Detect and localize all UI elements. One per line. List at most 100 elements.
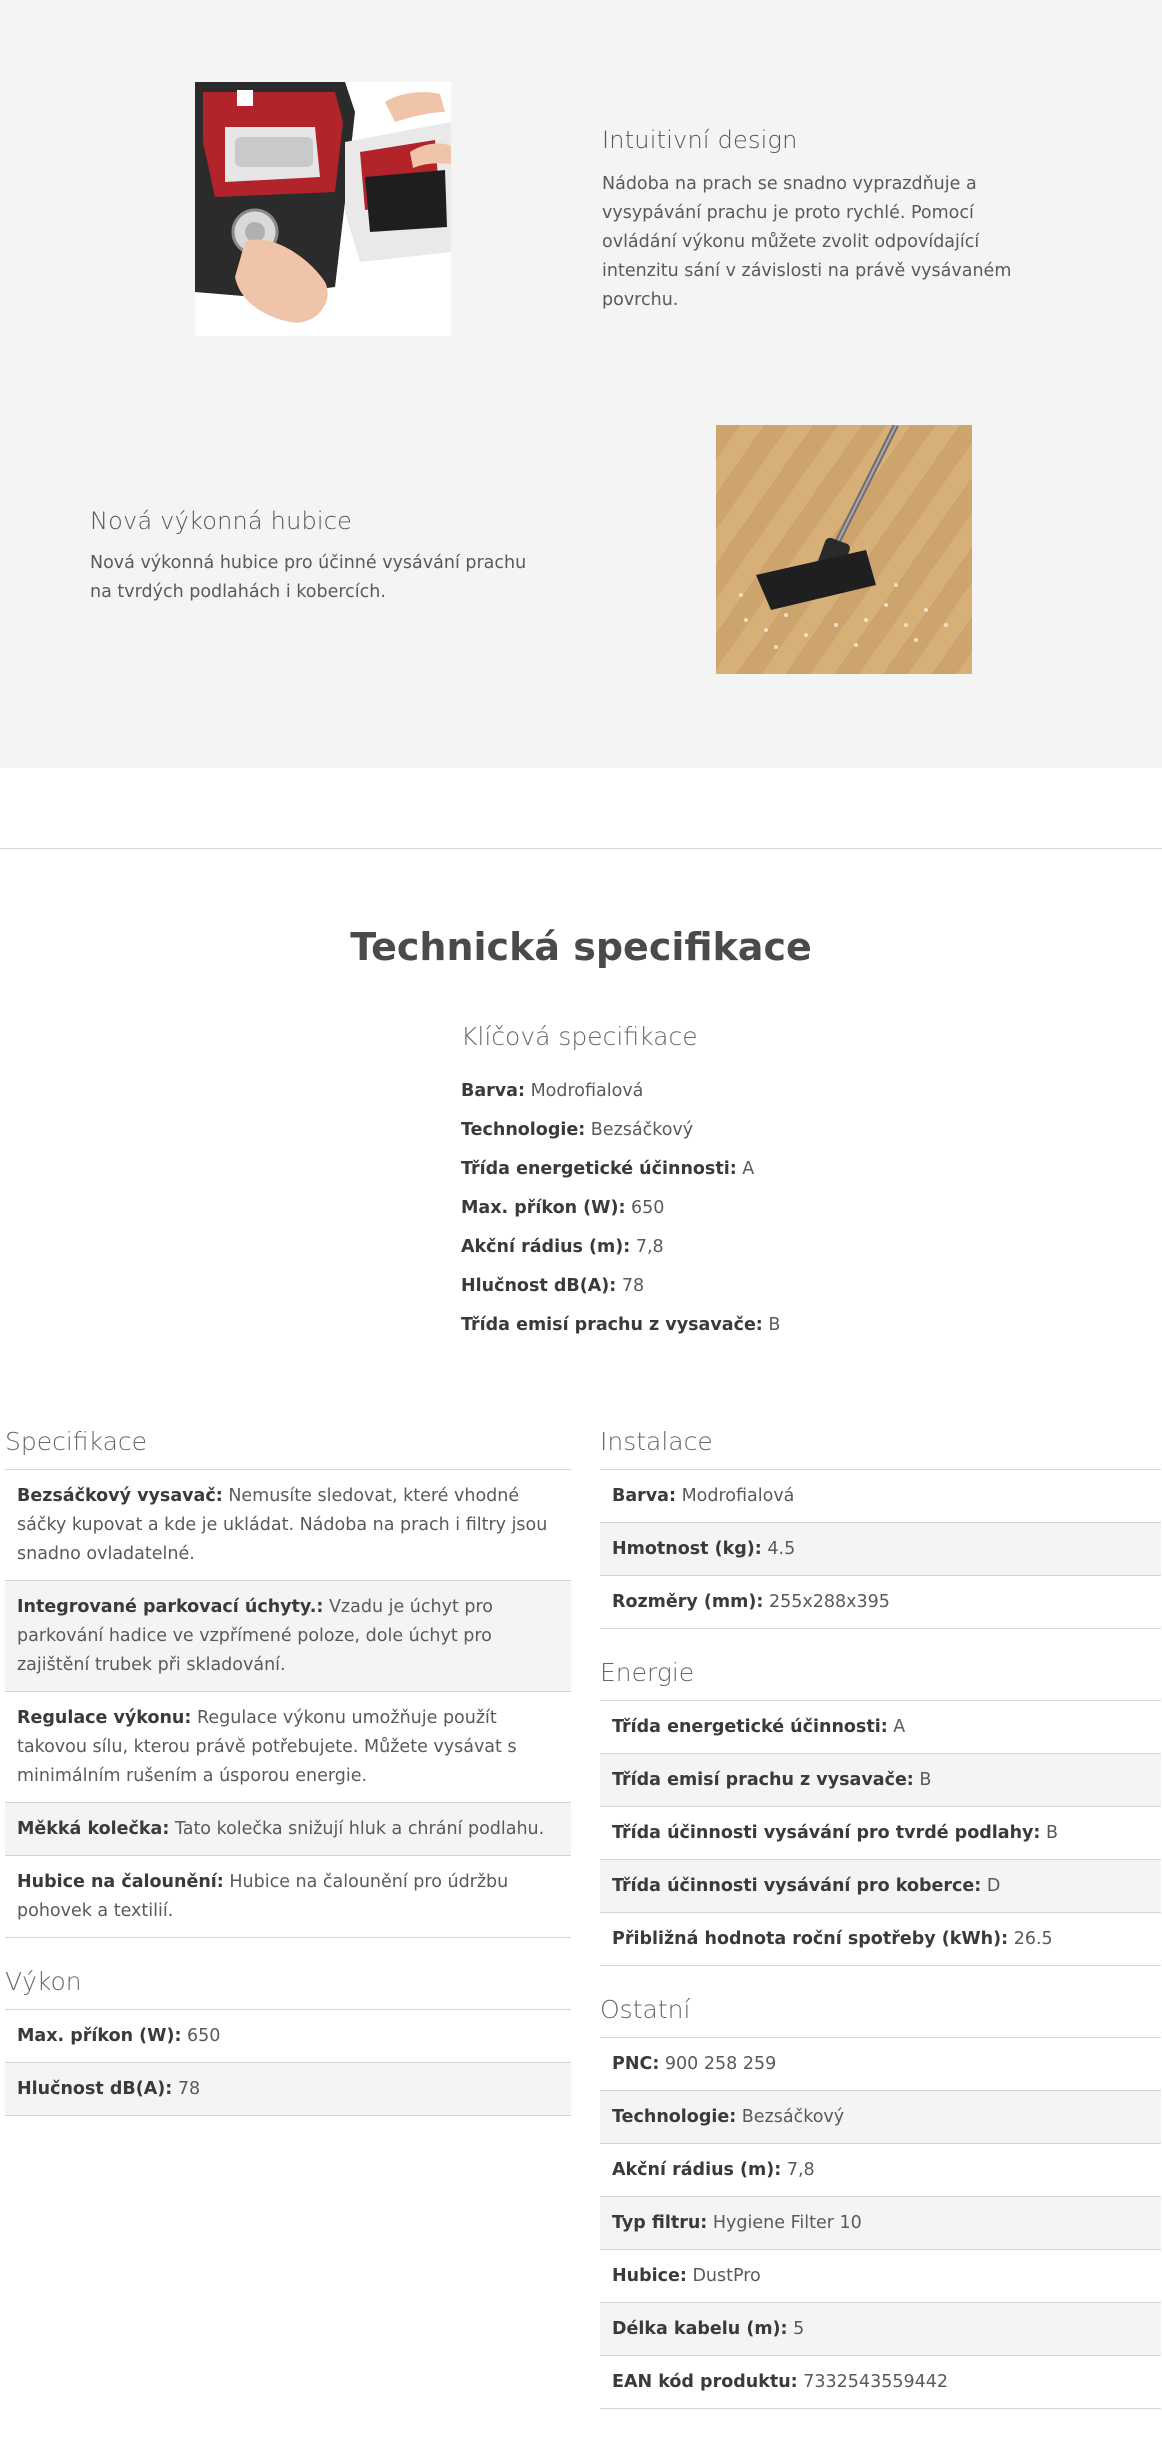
key-spec-row: Technologie: Bezsáčkový <box>461 1115 780 1154</box>
key-spec-title: Klíčová specifikace <box>461 1022 698 1051</box>
spec-table: Třída energetické účinnosti: A Třída emis… <box>600 1700 1161 1966</box>
feature-description: Nádoba na prach se snadno vyprazdňuje a … <box>602 174 1012 310</box>
spec-row: Třída účinnosti vysávání pro koberce: D <box>600 1860 1161 1913</box>
spec-value: B <box>768 1315 781 1335</box>
spec-table: PNC: 900 258 259 Technologie: Bezsáčkový A… <box>600 2037 1161 2409</box>
spec-value: 650 <box>187 2026 221 2046</box>
spec-label: PNC: <box>612 2054 660 2074</box>
key-spec-row: Třída emisí prachu z vysavače: B <box>461 1310 780 1349</box>
spec-column-right: Instalace Barva: Modrofialová Hmotnost (kg… <box>600 1422 1161 2409</box>
spec-row: Hmotnost (kg): 4.5 <box>600 1523 1161 1576</box>
spec-label: Měkká kolečka: <box>17 1819 170 1839</box>
spec-table: Max. příkon (W): 650 Hlučnost dB(A): 78 <box>5 2009 571 2116</box>
spec-table: Bezsáčkový vysavač: Nemusíte sledovat, k… <box>5 1469 571 1938</box>
spec-row: Třída energetické účinnosti: A <box>600 1701 1161 1754</box>
spec-row: Barva: Modrofialová <box>600 1470 1161 1523</box>
spec-value: D <box>986 1876 1001 1896</box>
spec-label: Akční rádius (m): <box>612 2160 782 2180</box>
spec-label: Integrované parkovací úchyty.: <box>17 1597 324 1617</box>
spec-value: Modrofialová <box>530 1081 644 1101</box>
spec-value: 900 258 259 <box>664 2054 777 2074</box>
spec-label: Třída účinnosti vysávání pro koberce: <box>612 1876 982 1896</box>
spec-value: Modrofialová <box>681 1486 795 1506</box>
key-spec-row: Akční rádius (m): 7,8 <box>461 1232 780 1271</box>
spec-label: Bezsáčkový vysavač: <box>17 1486 223 1506</box>
spec-label: Akční rádius (m): <box>461 1237 631 1257</box>
spec-label: Barva: <box>461 1081 525 1101</box>
spec-label: Třída emisí prachu z vysavače: <box>612 1770 914 1790</box>
spec-value: Bezsáčkový <box>590 1120 694 1140</box>
spec-value: 5 <box>793 2319 805 2339</box>
spec-value: B <box>1046 1823 1059 1843</box>
key-spec-row: Barva: Modrofialová <box>461 1076 780 1115</box>
spec-row: Hubice: DustPro <box>600 2250 1161 2303</box>
vacuum-hands-image <box>195 82 451 336</box>
key-spec-row: Hlučnost dB(A): 78 <box>461 1271 780 1310</box>
spec-value: 4.5 <box>767 1539 796 1559</box>
spec-value: 650 <box>631 1198 665 1218</box>
spec-label: Hubice na čalounění: <box>17 1872 224 1892</box>
spec-row: Měkká kolečka: Tato kolečka snižují hluk… <box>5 1803 571 1856</box>
spec-row: Třída emisí prachu z vysavače: B <box>600 1754 1161 1807</box>
spec-label: Hlučnost dB(A): <box>461 1276 617 1296</box>
spec-row: Třída účinnosti vysávání pro tvrdé podla… <box>600 1807 1161 1860</box>
key-spec-list: Barva: Modrofialová Technologie: Bezsáčko… <box>461 1076 780 1349</box>
tech-spec-heading: Technická specifikace <box>350 925 812 969</box>
spec-row: Přibližná hodnota roční spotřeby (kWh): … <box>600 1913 1161 1966</box>
spec-row: Délka kabelu (m): 5 <box>600 2303 1161 2356</box>
spec-label: Typ filtru: <box>612 2213 708 2233</box>
spec-label: Barva: <box>612 1486 676 1506</box>
spec-value: 255x288x395 <box>768 1592 890 1612</box>
spec-label: Max. příkon (W): <box>461 1198 626 1218</box>
spec-row: Typ filtru: Hygiene Filter 10 <box>600 2197 1161 2250</box>
spec-row: Regulace výkonu: Regulace výkonu umožňuj… <box>5 1692 571 1803</box>
section-divider <box>0 848 1162 849</box>
spec-column-left: Specifikace Bezsáčkový vysavač: Nemusíte … <box>5 1422 571 2116</box>
spec-label: Třída emisí prachu z vysavače: <box>461 1315 763 1335</box>
spec-section-title: Výkon <box>5 1967 82 1996</box>
key-spec-row: Třída energetické účinnosti: A <box>461 1154 780 1193</box>
spec-label: Hubice: <box>612 2266 687 2286</box>
spec-row: EAN kód produktu: 7332543559442 <box>600 2356 1161 2409</box>
spec-section-title: Specifikace <box>5 1427 148 1456</box>
spec-label: Přibližná hodnota roční spotřeby (kWh): <box>612 1929 1009 1949</box>
spec-label: Hmotnost (kg): <box>612 1539 762 1559</box>
spec-row: Akční rádius (m): 7,8 <box>600 2144 1161 2197</box>
spec-row: PNC: 900 258 259 <box>600 2038 1161 2091</box>
feature-title: Nová výkonná hubice <box>90 507 353 535</box>
spec-section-title: Energie <box>600 1658 695 1687</box>
spec-value: Hygiene Filter 10 <box>712 2213 862 2233</box>
features-section: Intuitivní design Nádoba na prach se sna… <box>0 0 1162 768</box>
spec-row: Bezsáčkový vysavač: Nemusíte sledovat, k… <box>5 1470 571 1581</box>
key-spec-row: Max. příkon (W): 650 <box>461 1193 780 1232</box>
spec-label: Regulace výkonu: <box>17 1708 192 1728</box>
spec-row: Integrované parkovací úchyty.: Vzadu je … <box>5 1581 571 1692</box>
spec-value: 78 <box>621 1276 645 1296</box>
spec-section-title: Instalace <box>600 1427 713 1456</box>
spec-label: Technologie: <box>461 1120 586 1140</box>
spec-row: Rozměry (mm): 255x288x395 <box>600 1576 1161 1629</box>
spec-table: Barva: Modrofialová Hmotnost (kg): 4.5 Roz… <box>600 1469 1161 1629</box>
spec-value: Bezsáčkový <box>741 2107 845 2127</box>
spec-label: Třída účinnosti vysávání pro tvrdé podla… <box>612 1823 1041 1843</box>
spec-label: Třída energetické účinnosti: <box>461 1159 737 1179</box>
spec-value: 26.5 <box>1013 1929 1053 1949</box>
spec-label: EAN kód produktu: <box>612 2372 798 2392</box>
spec-label: Třída energetické účinnosti: <box>612 1717 888 1737</box>
feature-description: Nová výkonná hubice pro účinné vysávání … <box>90 553 527 602</box>
spec-row: Technologie: Bezsáčkový <box>600 2091 1161 2144</box>
spec-value: B <box>919 1770 932 1790</box>
spec-value: A <box>893 1717 906 1737</box>
spec-value: 7,8 <box>786 2160 815 2180</box>
spec-label: Délka kabelu (m): <box>612 2319 788 2339</box>
spec-row: Max. příkon (W): 650 <box>5 2010 571 2063</box>
spec-section-title: Ostatní <box>600 1995 691 2024</box>
spec-row: Hubice na čalounění: Hubice na čalounění… <box>5 1856 571 1938</box>
feature-title: Intuitivní design <box>602 126 798 154</box>
spec-label: Rozměry (mm): <box>612 1592 764 1612</box>
spec-label: Max. příkon (W): <box>17 2026 182 2046</box>
spec-label: Hlučnost dB(A): <box>17 2079 173 2099</box>
